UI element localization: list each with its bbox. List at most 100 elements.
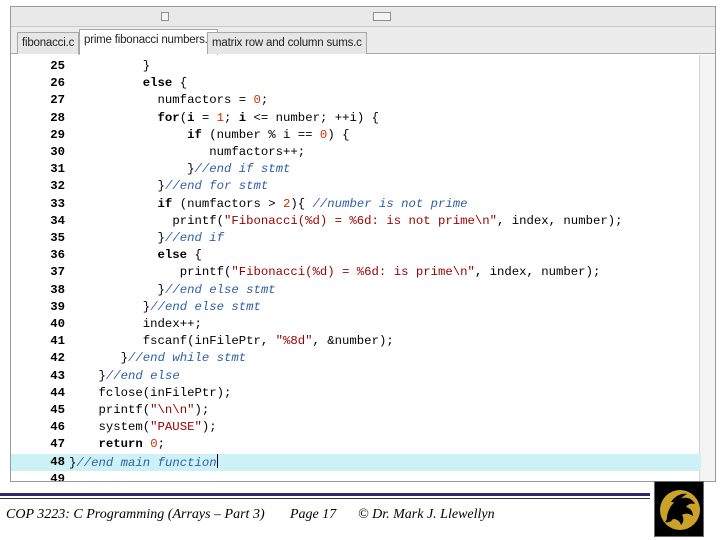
line-number: 38 — [50, 282, 65, 297]
code-line[interactable]: 32}//end for stmt — [11, 178, 701, 195]
code-token: } — [98, 368, 106, 383]
code-token: return — [98, 437, 143, 452]
code-token: { — [187, 248, 202, 263]
code-line[interactable]: 45 printf("\n\n"); — [11, 402, 701, 419]
vertical-scrollbar[interactable] — [699, 55, 715, 481]
line-number: 37 — [50, 265, 65, 280]
code-token: ; — [260, 93, 269, 108]
top-scroll-strip — [11, 7, 715, 27]
code-line[interactable]: 47 return 0; — [11, 436, 701, 453]
footer-rule-thin — [0, 498, 650, 499]
code-token: } — [157, 179, 165, 194]
code-text: printf("Fibonacci(%d) = %6d: is prime\n"… — [180, 264, 601, 281]
code-token: ); — [194, 403, 210, 417]
scrollbar-thumb[interactable] — [161, 12, 169, 21]
line-number: 33 — [50, 196, 65, 211]
code-token: numfactors = — [157, 93, 254, 108]
code-token: "%8d" — [275, 334, 313, 349]
code-text: fclose(inFilePtr); — [99, 385, 232, 402]
footer-page-number: Page 17 — [290, 507, 337, 522]
code-line[interactable]: 33 if (numfactors > 2){ //number is not p… — [11, 196, 701, 213]
code-line[interactable]: 46 system("PAUSE"); — [11, 419, 701, 436]
code-text: printf("\n\n"); — [99, 402, 210, 419]
code-token: //end if stmt — [194, 162, 291, 177]
code-line[interactable]: 36 else { — [11, 247, 701, 264]
line-number: 25 — [50, 59, 65, 73]
tab-matrix-row-and-column-sums-c[interactable]: matrix row and column sums.c — [207, 32, 367, 54]
code-line[interactable]: 44 fclose(inFilePtr); — [11, 385, 701, 402]
line-number: 47 — [50, 437, 65, 452]
code-line[interactable]: 49 — [11, 471, 701, 481]
line-number: 42 — [50, 351, 65, 366]
code-token: } — [142, 59, 151, 73]
code-line[interactable]: 39}//end else stmt — [11, 299, 701, 316]
code-line[interactable]: 28 for(i = 1; i <= number; ++i) { — [11, 110, 701, 127]
code-line[interactable]: 48}//end main function — [11, 453, 701, 472]
code-line[interactable]: 31}//end if stmt — [11, 161, 701, 178]
line-number: 41 — [50, 334, 65, 349]
line-number: 29 — [50, 127, 65, 142]
code-token: printf( — [98, 403, 151, 417]
code-line[interactable]: 40 index++; — [11, 316, 701, 333]
tab-prime-fibonacci-numbers-c[interactable]: prime fibonacci numbers.c — [79, 29, 219, 55]
code-line[interactable]: 34 printf("Fibonacci(%d) = %6d: is not pr… — [11, 213, 701, 230]
code-token: , index, number); — [474, 265, 601, 280]
code-token: for — [157, 110, 180, 125]
line-number: 32 — [50, 179, 65, 194]
code-token: //end while stmt — [128, 351, 247, 366]
line-number: 34 — [50, 213, 65, 228]
code-token: ){ — [290, 196, 313, 211]
code-line[interactable]: 26 else { — [11, 75, 701, 92]
code-token: //number is not prime — [312, 196, 468, 211]
code-token: //end else — [105, 368, 180, 383]
code-line[interactable]: 43}//end else — [11, 368, 701, 385]
code-text: numfactors++; — [209, 144, 305, 161]
code-text: else { — [158, 247, 202, 264]
code-token: <= number; ++i) { — [246, 110, 379, 125]
code-text: }//end else stmt — [158, 282, 276, 299]
code-line[interactable]: 42}//end while stmt — [11, 350, 701, 367]
footer-copyright: © Dr. Mark J. Llewellyn — [358, 507, 495, 522]
code-token: { — [172, 76, 188, 91]
code-text: printf("Fibonacci(%d) = %6d: is not prim… — [172, 213, 622, 230]
code-token: //end else stmt — [164, 282, 276, 297]
code-text: }//end main function — [69, 453, 218, 472]
tab-fibonacci-c[interactable]: fibonacci.c — [17, 32, 80, 54]
pegasus-logo-icon — [660, 490, 700, 530]
code-line[interactable]: 29 if (number % i == 0) { — [11, 127, 701, 144]
code-text: return 0; — [99, 436, 165, 453]
footer-course-title: COP 3223: C Programming (Arrays – Part 3… — [6, 507, 265, 522]
line-number: 31 — [50, 162, 65, 177]
code-token: "Fibonacci(%d) = %6d: is prime\n" — [231, 265, 475, 280]
code-area[interactable]: 25} 26 else {27 numfactors = 0; 28 for(i = 1;… — [11, 55, 715, 481]
code-line[interactable]: 30 numfactors++; — [11, 144, 701, 161]
code-text: for(i = 1; i <= number; ++i) { — [158, 110, 379, 127]
code-line[interactable]: 38 }//end else stmt — [11, 282, 701, 299]
code-text: }//end while stmt — [121, 350, 246, 367]
code-line[interactable]: 35}//end if — [11, 230, 701, 247]
code-token: if — [187, 127, 202, 142]
code-line[interactable]: 27 numfactors = 0; — [11, 92, 701, 109]
code-token: printf( — [179, 265, 232, 280]
file-tab-bar: fibonacci.c prime fibonacci numbers.c ma… — [11, 27, 715, 55]
code-line[interactable]: 37 printf("Fibonacci(%d) = %6d: is prime\… — [11, 264, 701, 281]
code-token: ); — [201, 420, 217, 435]
code-token: } — [120, 351, 129, 366]
code-token: 0 — [253, 93, 261, 108]
code-line[interactable]: 41 fscanf(inFilePtr, "%8d", &number); — [11, 333, 701, 350]
code-token: ) { — [327, 127, 350, 142]
scrollbar-thumb[interactable] — [373, 12, 391, 21]
code-token: //end else stmt — [150, 299, 261, 314]
line-number: 45 — [50, 403, 65, 417]
code-text: numfactors = 0; — [158, 92, 269, 109]
code-token: "\n\n" — [150, 403, 195, 417]
code-token: printf( — [172, 213, 224, 228]
line-number: 27 — [50, 93, 65, 108]
code-editor-window: fibonacci.c prime fibonacci numbers.c ma… — [10, 6, 716, 482]
code-token: (number % i == — [201, 127, 320, 142]
line-number: 35 — [50, 231, 65, 245]
code-token: //end main function — [76, 455, 217, 470]
code-line[interactable]: 25} — [11, 58, 701, 75]
code-text: }//end else — [99, 368, 180, 385]
line-number: 26 — [50, 76, 65, 91]
